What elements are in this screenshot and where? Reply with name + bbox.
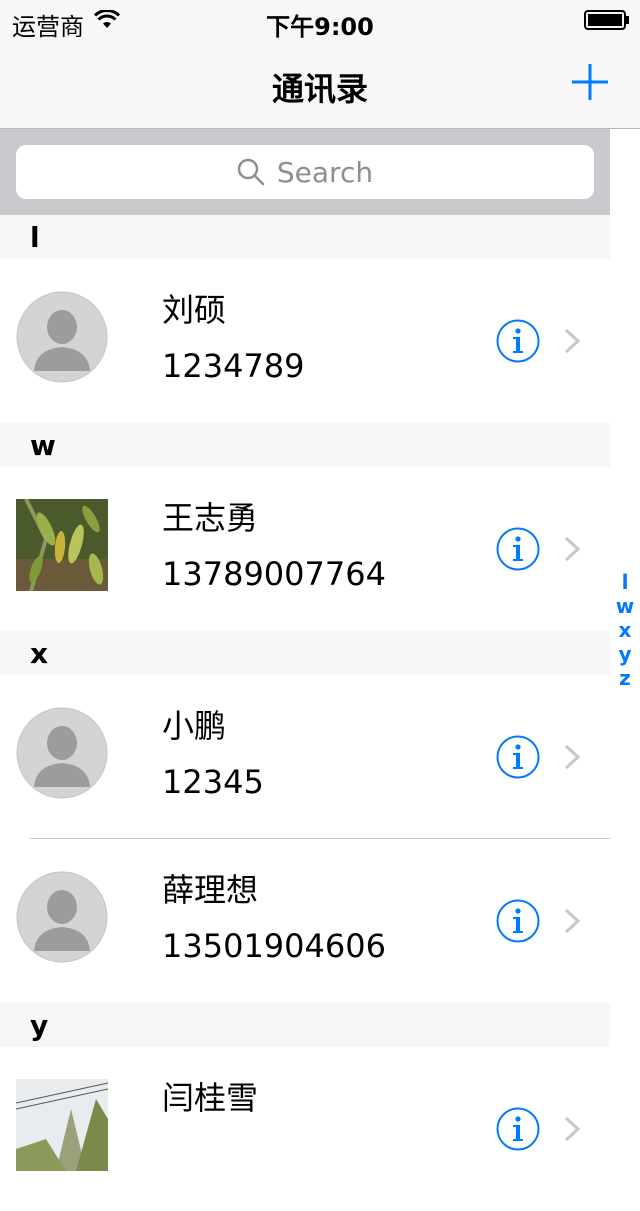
section-header-y: y — [0, 1003, 610, 1047]
contact-row[interactable]: 刘硕 1234789 — [0, 259, 610, 423]
search-placeholder: Search — [276, 155, 374, 189]
contact-row[interactable]: 薛理想 13501904606 — [0, 839, 610, 1003]
section-letter: w — [30, 429, 56, 462]
contact-phone: 1234789 — [162, 347, 305, 385]
info-icon[interactable] — [496, 1107, 540, 1151]
contact-phone: 13501904606 — [162, 927, 386, 965]
contact-list: l 刘硕 1234789 w 王志勇 13789007764 x 小鹏 1234… — [0, 215, 610, 1211]
contact-name: 闫桂雪 — [162, 1079, 259, 1117]
contact-photo-landscape — [16, 1079, 108, 1171]
search-gap — [610, 129, 640, 215]
index-letter-x[interactable]: x — [612, 618, 638, 642]
contact-row[interactable]: 闫桂雪 — [0, 1047, 610, 1211]
default-avatar-icon — [16, 871, 108, 963]
navigation-bar: 通讯录 — [0, 40, 640, 129]
section-header-w: w — [0, 423, 610, 467]
info-icon[interactable] — [496, 735, 540, 779]
contact-name: 小鹏 — [162, 707, 227, 745]
contact-row[interactable]: 王志勇 13789007764 — [0, 467, 610, 631]
section-letter: y — [30, 1009, 49, 1042]
section-letter: l — [30, 221, 40, 254]
chevron-right-icon — [564, 744, 581, 770]
chevron-right-icon — [564, 536, 581, 562]
info-icon[interactable] — [496, 319, 540, 363]
add-contact-button[interactable] — [570, 62, 610, 102]
contact-name: 王志勇 — [162, 499, 259, 537]
contact-name: 薛理想 — [162, 871, 259, 909]
contact-phone: 13789007764 — [162, 555, 386, 593]
index-letter-l[interactable]: l — [612, 570, 638, 594]
search-icon — [237, 158, 265, 186]
section-header-l: l — [0, 215, 610, 259]
default-avatar-icon — [16, 707, 108, 799]
section-letter: x — [30, 637, 49, 670]
info-icon[interactable] — [496, 899, 540, 943]
index-letter-z[interactable]: z — [612, 666, 638, 690]
chevron-right-icon — [564, 1116, 581, 1142]
chevron-right-icon — [564, 328, 581, 354]
index-letter-y[interactable]: y — [612, 642, 638, 666]
default-avatar-icon — [16, 291, 108, 383]
battery-icon — [584, 10, 629, 30]
contact-phone: 12345 — [162, 763, 264, 801]
status-time: 下午9:00 — [266, 13, 374, 41]
info-icon[interactable] — [496, 527, 540, 571]
status-bar: 运营商 下午9:00 — [0, 0, 640, 41]
contact-row[interactable]: 小鹏 12345 — [0, 675, 610, 839]
chevron-right-icon — [564, 908, 581, 934]
search-bar: Search — [0, 129, 610, 215]
index-letter-w[interactable]: w — [612, 594, 638, 618]
search-input[interactable]: Search — [16, 145, 594, 199]
page-title: 通讯录 — [271, 70, 368, 108]
contact-name: 刘硕 — [162, 291, 227, 329]
contact-photo-leaves — [16, 499, 108, 591]
section-header-x: x — [0, 631, 610, 675]
section-index[interactable]: l w x y z — [612, 570, 638, 690]
